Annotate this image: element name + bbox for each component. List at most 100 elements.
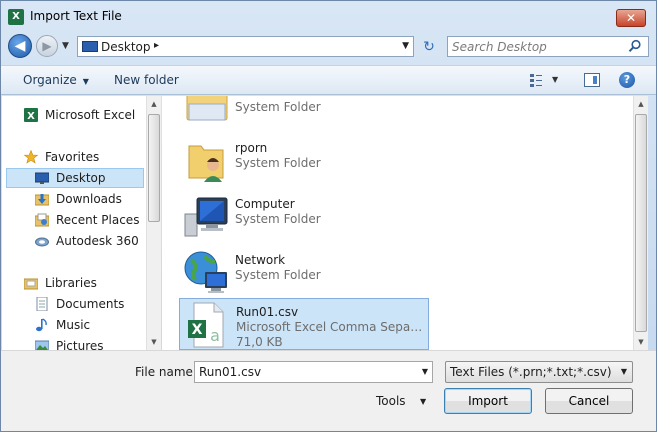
navigation-pane: X Microsoft Excel Favorites Desktop Down… <box>2 96 161 350</box>
list-item[interactable]: System Folder <box>179 96 429 133</box>
tools-chevron-down-icon[interactable]: ▼ <box>420 397 426 406</box>
cancel-button[interactable]: Cancel <box>545 388 633 414</box>
network-icon <box>184 251 227 293</box>
search-box[interactable] <box>447 36 649 57</box>
chevron-down-icon[interactable]: ▼ <box>422 367 428 376</box>
recent-places-icon <box>35 213 49 227</box>
nav-item-label: Music <box>56 318 91 332</box>
forward-button[interactable]: ▶ <box>36 35 58 57</box>
nav-item-pictures[interactable]: Pictures <box>2 336 144 350</box>
excel-icon: X <box>24 108 38 122</box>
organize-button[interactable]: Organize ▼ <box>23 73 89 87</box>
file-list: System Folder rporn System Folder Comput… <box>162 96 648 350</box>
preview-pane-icon[interactable] <box>584 73 600 87</box>
file-type: Microsoft Excel Comma Separate... <box>236 320 426 334</box>
change-view-icon[interactable] <box>529 73 543 87</box>
nav-item-label: Desktop <box>56 171 106 185</box>
command-bar: Organize ▼ New folder ▼ ? <box>1 65 656 95</box>
nav-item-downloads[interactable]: Downloads <box>2 189 144 209</box>
nav-item-label: Documents <box>56 297 125 311</box>
search-input[interactable] <box>452 39 622 54</box>
downloads-icon <box>35 194 49 206</box>
nav-item-label: Downloads <box>56 192 122 206</box>
file-name: Network <box>235 253 286 267</box>
file-name: Computer <box>235 197 295 211</box>
nav-item-documents[interactable]: Documents <box>2 294 144 314</box>
file-name: Run01.csv <box>236 305 299 319</box>
music-icon <box>36 318 47 332</box>
scroll-down-icon[interactable]: ▼ <box>147 338 161 346</box>
nav-item-libraries[interactable]: Libraries <box>2 273 144 293</box>
scroll-up-icon[interactable]: ▲ <box>147 100 161 108</box>
folder-icon <box>186 96 228 121</box>
file-name: rporn <box>235 141 268 155</box>
svg-text:X: X <box>192 322 203 338</box>
nav-item-label: Recent Places <box>56 213 140 227</box>
view-options-chevron-icon[interactable]: ▼ <box>552 75 558 84</box>
pictures-icon <box>35 340 49 350</box>
star-icon <box>24 150 38 164</box>
file-name-field[interactable]: Run01.csv ▼ <box>194 361 433 383</box>
nav-item-favorites[interactable]: Favorites <box>2 147 144 167</box>
list-item[interactable]: Network System Folder <box>179 247 429 301</box>
svg-text:a: a <box>210 326 220 345</box>
desktop-icon <box>82 41 98 52</box>
list-item[interactable]: rporn System Folder <box>179 135 429 189</box>
organize-label: Organize <box>23 73 77 87</box>
chevron-down-icon: ▼ <box>620 367 627 376</box>
recent-locations-chevron-icon[interactable]: ▼ <box>62 41 69 51</box>
scrollbar-thumb[interactable] <box>148 114 160 222</box>
file-size: 71,0 KB <box>236 335 283 349</box>
list-item-selected[interactable]: X a Run01.csv Microsoft Excel Comma Sepa… <box>179 298 429 350</box>
help-icon[interactable]: ? <box>619 72 635 88</box>
chevron-down-icon: ▼ <box>82 77 89 86</box>
file-type-select[interactable]: Text Files (*.prn;*.txt;*.csv) ▼ <box>445 361 633 383</box>
computer-icon <box>184 197 228 237</box>
close-button[interactable]: ✕ <box>616 9 646 27</box>
svg-text:X: X <box>27 111 35 122</box>
excel-csv-icon: X a <box>188 302 224 348</box>
libraries-icon <box>24 278 38 290</box>
nav-item-label: Pictures <box>56 339 104 350</box>
title-bar: X Import Text File ✕ <box>1 1 656 33</box>
nav-item-label: Libraries <box>45 276 97 290</box>
file-type-value: Text Files (*.prn;*.txt;*.csv) <box>450 365 612 379</box>
list-item[interactable]: Computer System Folder <box>179 191 429 245</box>
address-dropdown-icon[interactable]: ▼ <box>402 41 409 51</box>
nav-item-label: Autodesk 360 <box>56 234 139 248</box>
scrollbar-thumb[interactable] <box>635 114 647 332</box>
excel-icon: X <box>8 9 24 25</box>
scroll-up-icon[interactable]: ▲ <box>634 100 648 108</box>
file-type: System Folder <box>235 100 321 114</box>
nav-item-music[interactable]: Music <box>2 315 144 335</box>
user-folder-icon <box>188 145 224 182</box>
back-button[interactable]: ◀ <box>8 34 32 58</box>
nav-item-microsoft-excel[interactable]: X Microsoft Excel <box>2 105 144 125</box>
file-name-value[interactable]: Run01.csv <box>199 365 261 379</box>
address-location[interactable]: Desktop <box>101 40 151 54</box>
refresh-icon[interactable]: ↻ <box>418 37 440 57</box>
window-title: Import Text File <box>30 9 122 23</box>
breadcrumb-separator-icon[interactable]: ▸ <box>154 40 159 51</box>
new-folder-button[interactable]: New folder <box>114 73 179 87</box>
documents-icon <box>36 297 48 311</box>
file-type: System Folder <box>235 268 321 282</box>
nav-item-desktop[interactable]: Desktop <box>6 168 144 188</box>
file-list-scrollbar[interactable]: ▲ ▼ <box>633 96 648 350</box>
address-bar[interactable]: Desktop ▸ ▼ <box>77 36 414 57</box>
navigation-scrollbar[interactable]: ▲ ▼ <box>146 96 161 350</box>
nav-item-label: Microsoft Excel <box>45 108 136 122</box>
nav-item-recent-places[interactable]: Recent Places <box>2 210 144 230</box>
nav-item-autodesk-360[interactable]: Autodesk 360 <box>2 231 144 251</box>
cloud-icon <box>35 237 49 247</box>
dialog-footer: File name: Run01.csv ▼ Text Files (*.prn… <box>1 350 656 431</box>
nav-item-label: Favorites <box>45 150 100 164</box>
import-button[interactable]: Import <box>444 388 532 414</box>
desktop-icon <box>35 172 49 184</box>
scroll-down-icon[interactable]: ▼ <box>634 338 648 346</box>
file-type: System Folder <box>235 156 321 170</box>
tools-button[interactable]: Tools <box>376 394 406 408</box>
import-text-file-dialog: X Import Text File ✕ ◀ ▶ ▼ Desktop ▸ ▼ ↻… <box>0 0 657 432</box>
file-type: System Folder <box>235 212 321 226</box>
search-icon[interactable] <box>628 39 642 53</box>
